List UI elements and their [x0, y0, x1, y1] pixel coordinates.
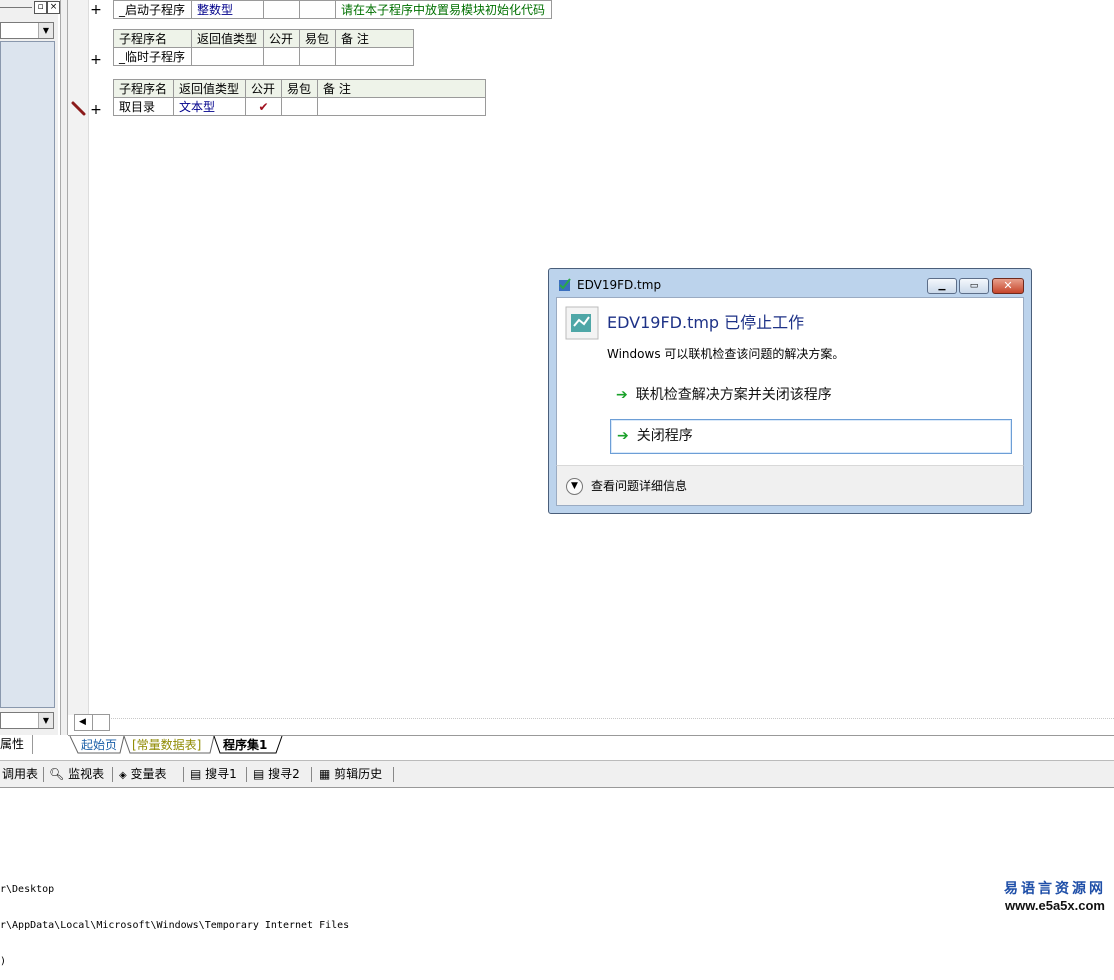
search-icon: 🔍︎	[49, 767, 65, 781]
table-row: 取目录 文本型 ✔	[113, 97, 486, 116]
dialog-message: Windows 可以联机检查该问题的解决方案。	[607, 347, 845, 361]
error-dialog: EDV19FD.tmp ▁ ▭ ✕ EDV19FD.tmp 已停止工作 Wind…	[548, 268, 1032, 514]
column-header: 公开	[245, 79, 282, 98]
bottom-toolbar: 调用表 🔍︎ 监视表 ◈ 变量表 ▤ 搜寻1 ▤ 搜寻2 ▦ 剪辑历史	[0, 760, 1114, 788]
output-panel: r\Desktop r\AppData\Local\Microsoft\Wind…	[0, 860, 349, 980]
view-details-label: 查看问题详细信息	[591, 479, 688, 493]
table-cell[interactable]	[335, 47, 414, 66]
check-online-option[interactable]: ➔ 联机检查解决方案并关闭该程序	[610, 379, 1012, 414]
search2-button[interactable]: ▤ 搜寻2	[253, 767, 300, 781]
tab-start-page[interactable]: 起始页	[81, 736, 117, 754]
watermark-url: www.e5a5x.com	[1005, 898, 1105, 913]
expand-icon[interactable]: +	[90, 3, 102, 17]
column-header: 易包	[281, 79, 318, 98]
table-cell[interactable]	[281, 97, 318, 116]
table-cell[interactable]: _临时子程序	[113, 47, 192, 66]
check-online-label: 联机检查解决方案并关闭该程序	[635, 387, 832, 403]
tab-constants[interactable]: [常量数据表]	[132, 736, 201, 754]
close-icon[interactable]: ×	[47, 1, 60, 14]
scroll-left-icon[interactable]: ◀	[79, 717, 86, 727]
close-program-option[interactable]: ➔ 关闭程序	[610, 419, 1012, 454]
table-cell[interactable]: 请在本子程序中放置易模块初始化代码	[335, 0, 552, 19]
editor-bottom-border	[88, 718, 1114, 719]
property-combo[interactable]: ▼	[0, 712, 54, 729]
table-cell[interactable]	[263, 0, 300, 19]
arrow-right-icon: ➔	[616, 387, 628, 403]
pen-marker-icon	[71, 101, 86, 116]
table-cell[interactable]: 文本型	[173, 97, 246, 116]
table-header-row: 子程序名 返回值类型 公开 易包 备 注	[113, 79, 486, 98]
expand-icon[interactable]: +	[90, 103, 102, 117]
dialog-heading: EDV19FD.tmp 已停止工作	[607, 313, 805, 332]
dialog-title: EDV19FD.tmp	[577, 278, 662, 292]
output-line: r\Desktop	[0, 884, 55, 895]
table-row: _临时子程序	[113, 47, 414, 66]
column-header: 子程序名	[113, 29, 192, 48]
variable-table-label: 变量表	[130, 767, 167, 781]
watermark: 易语言资源网 www.e5a5x.com	[1004, 878, 1106, 913]
column-header: 返回值类型	[191, 29, 264, 48]
chevron-down-icon: ▼	[566, 478, 583, 495]
watch-table-label: 监视表	[68, 767, 105, 781]
clip-history-button[interactable]: ▦ 剪辑历史	[319, 767, 382, 781]
table-cell[interactable]: 取目录	[113, 97, 174, 116]
column-header: 返回值类型	[173, 79, 246, 98]
subroutine-table-getdir: 子程序名 返回值类型 公开 易包 备 注 取目录 文本型 ✔	[113, 79, 486, 116]
find-icon: ▤	[190, 767, 202, 781]
property-list[interactable]	[0, 41, 55, 708]
search1-label: 搜寻1	[205, 767, 237, 781]
column-header: 子程序名	[113, 79, 174, 98]
table-cell[interactable]	[299, 0, 336, 19]
checkmark-icon[interactable]: ✔	[245, 97, 282, 116]
properties-tab[interactable]: 属性	[0, 735, 33, 754]
object-combo[interactable]: ▼	[0, 22, 54, 39]
column-header: 公开	[263, 29, 300, 48]
search2-label: 搜寻2	[268, 767, 300, 781]
splitter[interactable]	[60, 0, 68, 735]
find-icon: ▤	[253, 767, 265, 781]
table-row: _启动子程序 整数型 请在本子程序中放置易模块初始化代码	[113, 0, 552, 19]
watch-table-button[interactable]: 🔍︎ 监视表	[49, 767, 104, 781]
horizontal-scrollbar[interactable]: ◀	[74, 714, 110, 731]
document-tabs: 起始页 [常量数据表] 程序集1	[68, 735, 1114, 756]
clipboard-icon: ▦	[319, 767, 331, 781]
table-cell[interactable]: 整数型	[191, 0, 264, 19]
subroutine-table-temp: 子程序名 返回值类型 公开 易包 备 注 _临时子程序	[113, 29, 414, 66]
close-button[interactable]: ✕	[992, 278, 1024, 294]
table-cell[interactable]	[191, 47, 264, 66]
restore-icon[interactable]: ▫	[34, 1, 47, 14]
minimize-icon: ▁	[938, 281, 946, 291]
column-header: 易包	[299, 29, 336, 48]
close-program-label: 关闭程序	[636, 428, 693, 444]
panel-title-line	[0, 7, 32, 8]
call-table-button[interactable]: 调用表	[2, 767, 38, 781]
column-header: 备 注	[317, 79, 486, 98]
close-icon: ✕	[1003, 279, 1013, 292]
table-cell[interactable]	[299, 47, 336, 66]
column-header: 备 注	[335, 29, 414, 48]
search1-button[interactable]: ▤ 搜寻1	[190, 767, 237, 781]
maximize-icon: ▭	[969, 281, 979, 291]
maximize-button[interactable]: ▭	[959, 278, 989, 294]
output-line: )	[0, 956, 7, 967]
variable-table-button[interactable]: ◈ 变量表	[119, 767, 167, 783]
table-cell[interactable]	[317, 97, 486, 116]
chevron-down-icon[interactable]: ▼	[38, 713, 53, 728]
arrow-right-icon: ➔	[617, 428, 629, 444]
variable-icon: ◈	[119, 770, 127, 781]
expand-icon[interactable]: +	[90, 53, 102, 67]
table-cell[interactable]	[263, 47, 300, 66]
watermark-title: 易语言资源网	[1004, 881, 1106, 897]
subroutine-table-start: _启动子程序 整数型 请在本子程序中放置易模块初始化代码	[113, 0, 552, 19]
minimize-button[interactable]: ▁	[927, 278, 957, 294]
table-cell[interactable]: _启动子程序	[113, 0, 192, 19]
program-icon	[565, 306, 599, 340]
output-line: r\AppData\Local\Microsoft\Windows\Tempor…	[0, 920, 350, 931]
app-icon	[559, 278, 571, 291]
view-details-button[interactable]: ▼ 查看问题详细信息	[566, 477, 687, 495]
table-header-row: 子程序名 返回值类型 公开 易包 备 注	[113, 29, 414, 48]
chevron-down-icon[interactable]: ▼	[38, 23, 53, 38]
tab-program-set[interactable]: 程序集1	[223, 736, 267, 754]
clip-history-label: 剪辑历史	[334, 767, 383, 781]
